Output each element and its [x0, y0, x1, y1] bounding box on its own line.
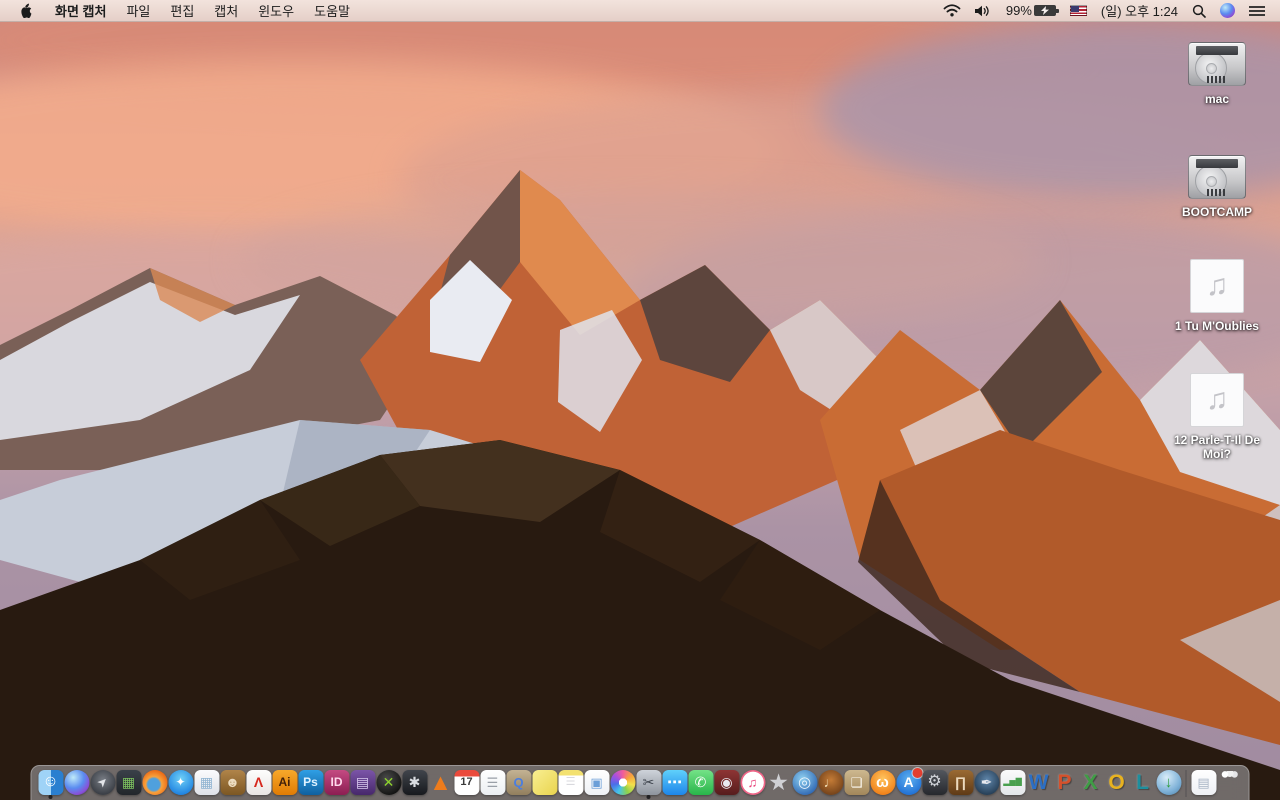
dock-icon-numbers[interactable]: ▂▅▇ — [1000, 769, 1026, 800]
dock: ☺ ➤ ▦ ✦ ▦ ☻ Λ Ai Ps ID ▤ ✕ ✱ ▲ 17 ☰ Q ☰ ▣ ✂ ⋯ ✆ ◉ ♫ ★ ◎ ♩ ❏ ω A ⚙ ∏ ✒ ▂▅▇… — [30, 765, 1250, 800]
dock-icon-disk-tool[interactable]: ✱ — [402, 769, 428, 800]
dock-icon-photo-booth[interactable]: ◉ — [714, 769, 740, 800]
siri-orb-icon — [1220, 3, 1235, 18]
dock-icon-powerpoint[interactable]: P — [1052, 769, 1078, 800]
menu-item-window[interactable]: 윈도우 — [248, 1, 304, 20]
dock-icon-app-store[interactable]: A — [896, 768, 923, 800]
menu-list: 파일 편집 캡처 윈도우 도움말 — [116, 0, 360, 21]
active-app-name[interactable]: 화면 캡처 — [45, 1, 116, 20]
dock-icon-trash[interactable] — [1217, 769, 1243, 800]
dock-icon-siri[interactable] — [64, 769, 90, 800]
dock-icon-excel[interactable]: X — [1078, 769, 1104, 800]
dock-icon-notes[interactable]: ☰ — [558, 769, 584, 800]
dock-icon-photos[interactable] — [610, 769, 636, 800]
wallpaper — [0, 0, 1280, 800]
dock-icon-acrobat-reader[interactable]: Λ — [246, 769, 272, 800]
dock-icon-firefox[interactable] — [142, 769, 168, 800]
dock-icon-illustrator[interactable]: Ai — [272, 769, 298, 800]
dock-icon-indesign[interactable]: ID — [324, 769, 350, 800]
audio-file-icon: ♫ — [1190, 373, 1244, 427]
dock-icon-itunes[interactable]: ♫ — [740, 769, 766, 800]
dock-icon-screen-capture[interactable]: ✂ — [636, 769, 662, 800]
dock-icon-outlook[interactable]: O — [1104, 769, 1130, 800]
spotlight-search-icon[interactable] — [1185, 0, 1213, 21]
desktop-icon-song-12[interactable]: ♫ 12 Parle-T-Il De Moi? — [1156, 373, 1278, 461]
dock-icon-x-player[interactable]: ✕ — [376, 769, 402, 800]
menu-bar-clock[interactable]: (일) 오후 1:24 — [1094, 0, 1185, 21]
us-flag-icon — [1069, 5, 1087, 16]
dock-icon-launchpad[interactable]: ➤ — [90, 769, 116, 800]
audio-file-icon: ♫ — [1190, 259, 1244, 313]
dock-icon-idvd[interactable]: ◎ — [792, 769, 818, 800]
dock-icon-mission-control[interactable]: ▦ — [116, 769, 142, 800]
battery-icon — [1033, 5, 1059, 16]
dock-icon-contacts[interactable]: ☻ — [220, 769, 246, 800]
desktop-icon-label: 1 Tu M'Oublies — [1175, 319, 1259, 333]
apple-menu[interactable] — [0, 0, 45, 21]
dock-icon-preview[interactable]: ▦ — [194, 769, 220, 800]
running-indicator — [646, 795, 651, 799]
battery-percent: 99% — [1005, 3, 1032, 18]
dock-icon-safari[interactable]: ✦ — [168, 769, 194, 800]
menu-bar: 화면 캡처 파일 편집 캡처 윈도우 도움말 99% (일) 오후 1:24 — [0, 0, 1280, 22]
desktop: 화면 캡처 파일 편집 캡처 윈도우 도움말 99% (일) 오후 1:24 m… — [0, 0, 1280, 800]
volume-icon[interactable] — [968, 0, 999, 21]
menu-item-capture[interactable]: 캡처 — [204, 1, 248, 20]
menu-item-edit[interactable]: 편집 — [160, 1, 204, 20]
dock-icon-lync[interactable]: L — [1130, 769, 1156, 800]
menu-item-file[interactable]: 파일 — [116, 1, 160, 20]
menu-bar-status: 99% (일) 오후 1:24 — [936, 0, 1280, 21]
hard-drive-icon — [1188, 42, 1246, 86]
dock-icon-imovie[interactable]: ★ — [766, 769, 792, 800]
desktop-icon-label: 12 Parle-T-Il De Moi? — [1173, 433, 1261, 461]
desktop-icon-label: mac — [1204, 92, 1230, 106]
desktop-icon-song-1[interactable]: ♫ 1 Tu M'Oublies — [1156, 259, 1278, 333]
dock-icon-system-preferences[interactable]: ⚙ — [922, 769, 948, 800]
dock-icon-scrapbook[interactable]: ❏ — [844, 769, 870, 800]
dock-icon-downloader[interactable]: ↓ — [1156, 769, 1182, 800]
dock-icon-document-box[interactable]: Q — [506, 769, 532, 800]
apple-logo-icon — [21, 3, 32, 18]
desktop-icons: mac BOOTCAMP ♫ 1 Tu M'Oublies ♫ 12 Parle-T-Il… — [1156, 22, 1278, 582]
dock-icon-messages[interactable]: ⋯ — [662, 769, 688, 800]
desktop-icon-mac[interactable]: mac — [1156, 42, 1278, 106]
dock-icon-garageband[interactable]: ♩ — [818, 769, 844, 800]
hard-drive-icon — [1188, 155, 1246, 199]
dock-icon-ibooks[interactable]: ω — [870, 769, 896, 800]
wifi-icon[interactable] — [936, 0, 968, 21]
dock-icon-finder[interactable]: ☺ — [38, 769, 64, 800]
dock-icon-toast-titanium[interactable]: ▤ — [350, 769, 376, 800]
desktop-icon-bootcamp[interactable]: BOOTCAMP — [1156, 155, 1278, 219]
dock-icon-stickies[interactable] — [532, 769, 558, 800]
running-indicator — [48, 795, 53, 799]
dock-icon-photoshop[interactable]: Ps — [298, 769, 324, 800]
dock-icon-vlc[interactable]: ▲ — [428, 769, 454, 800]
dock-icon-pages[interactable]: ✒ — [974, 769, 1000, 800]
menu-item-help[interactable]: 도움말 — [304, 1, 360, 20]
notification-center-icon[interactable] — [1242, 0, 1272, 21]
dock-icon-calendar[interactable]: 17 — [454, 769, 480, 800]
dock-icon-recent-file[interactable]: ▤ — [1191, 769, 1217, 800]
battery-status[interactable]: 99% — [999, 0, 1063, 21]
dock-icon-facetime[interactable]: ✆ — [688, 769, 714, 800]
menu-bar-left: 화면 캡처 파일 편집 캡처 윈도우 도움말 — [0, 0, 360, 21]
dock-icon-keynote[interactable]: ∏ — [948, 769, 974, 800]
dock-icon-document-viewer[interactable]: ▣ — [584, 769, 610, 800]
desktop-icon-label: BOOTCAMP — [1182, 205, 1252, 219]
siri-icon[interactable] — [1213, 0, 1242, 21]
input-source-us-flag[interactable] — [1063, 0, 1094, 21]
dock-divider — [1185, 770, 1187, 797]
dock-icon-word[interactable]: W — [1026, 769, 1052, 800]
dock-icon-reminders[interactable]: ☰ — [480, 769, 506, 800]
